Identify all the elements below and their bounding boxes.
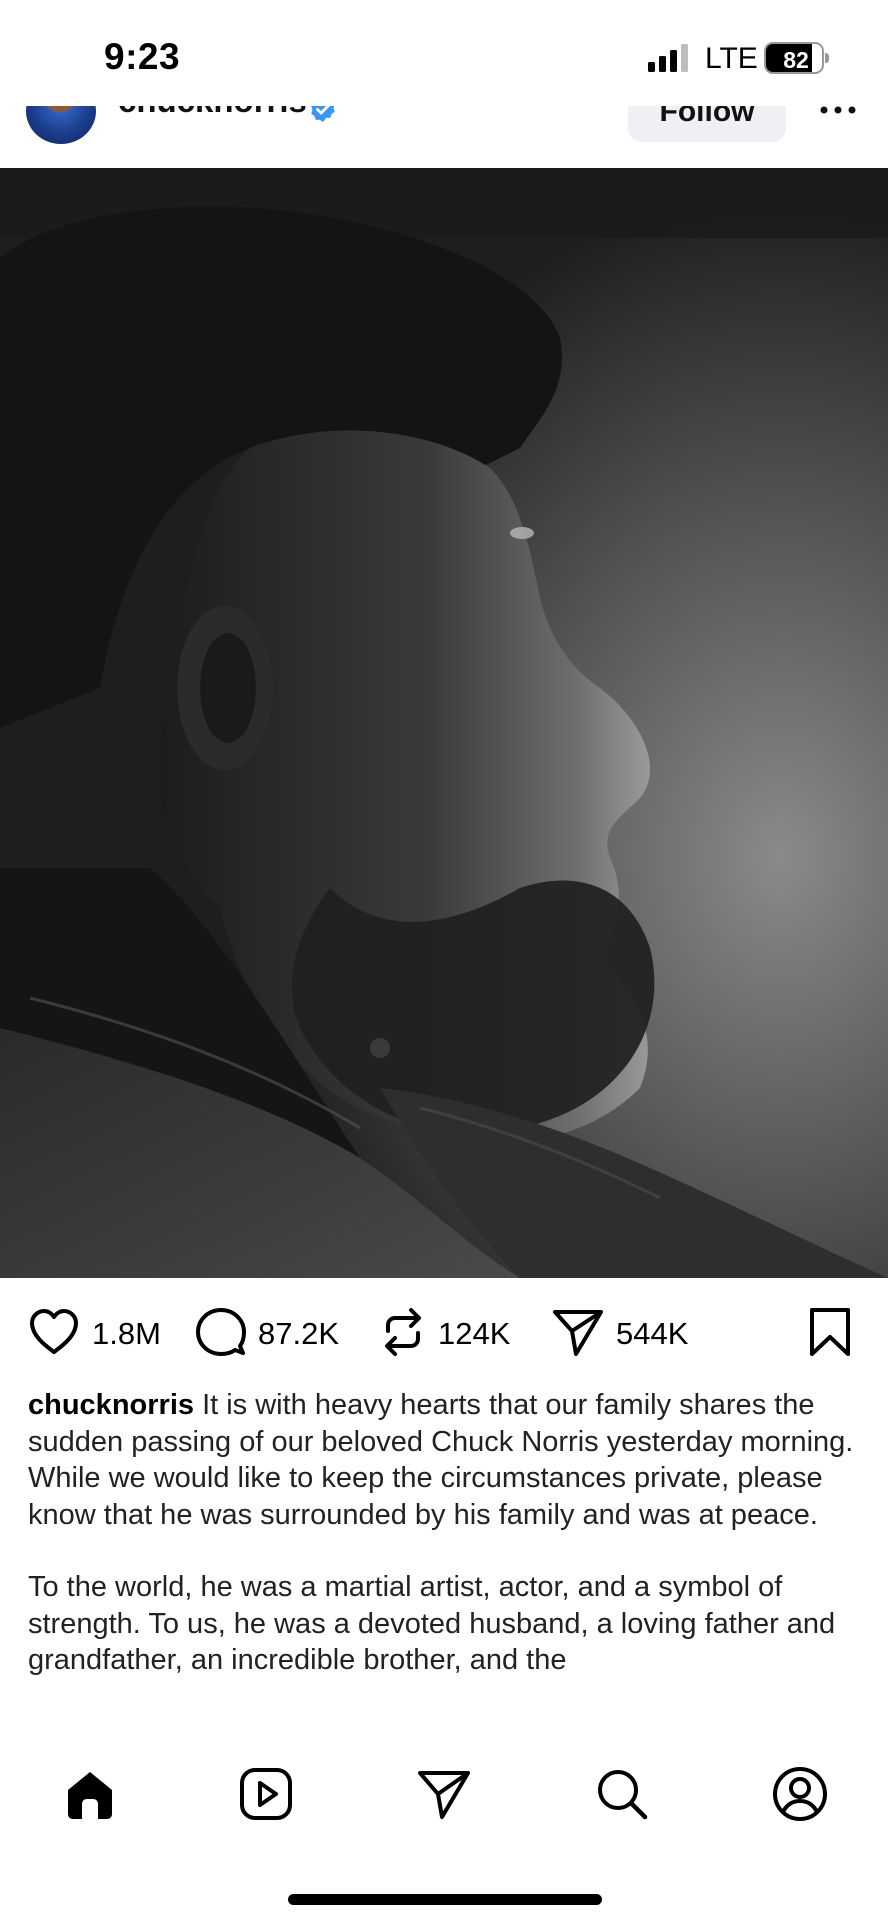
post-actions: 1.8M 87.2K 124K 544K xyxy=(0,1278,888,1390)
reels-icon[interactable] xyxy=(236,1764,296,1824)
send-icon[interactable] xyxy=(552,1307,604,1362)
instagram-post-screen: chucknorris Follow 9:23 L xyxy=(0,0,888,1920)
caption-paragraph-1: chucknorris It is with heavy hearts that… xyxy=(28,1387,860,1533)
share-action[interactable]: 544K xyxy=(552,1308,688,1360)
repost-action[interactable]: 124K xyxy=(380,1307,511,1362)
comment-count: 87.2K xyxy=(258,1316,340,1351)
search-icon[interactable] xyxy=(592,1764,652,1824)
bottom-tab-bar xyxy=(0,1730,888,1920)
profile-icon[interactable] xyxy=(770,1764,830,1824)
like-action[interactable]: 1.8M xyxy=(28,1308,161,1360)
bookmark-icon[interactable] xyxy=(808,1306,852,1363)
like-count: 1.8M xyxy=(92,1316,161,1351)
comment-action[interactable]: 87.2K xyxy=(196,1307,340,1362)
network-type: LTE xyxy=(705,42,758,75)
heart-icon[interactable] xyxy=(28,1308,80,1361)
cellular-signal-icon xyxy=(648,44,692,77)
send-icon[interactable] xyxy=(414,1764,474,1824)
status-bar: 9:23 LTE 82 xyxy=(0,0,888,106)
home-indicator[interactable] xyxy=(288,1894,602,1905)
share-count: 544K xyxy=(616,1316,689,1351)
comment-bubble-icon[interactable] xyxy=(196,1307,246,1362)
post-photo[interactable] xyxy=(0,168,888,1278)
battery-percent: 82 xyxy=(783,47,809,73)
caption-paragraph-2: To the world, he was a martial artist, a… xyxy=(28,1571,836,1676)
caption-username[interactable]: chucknorris xyxy=(28,1389,194,1421)
battery-icon: 82 xyxy=(764,42,830,74)
repost-icon[interactable] xyxy=(380,1307,426,1362)
repost-count: 124K xyxy=(438,1316,511,1351)
post-caption: chucknorris It is with heavy hearts that… xyxy=(28,1387,860,1679)
home-icon[interactable] xyxy=(60,1764,120,1824)
status-time: 9:23 xyxy=(104,36,181,77)
